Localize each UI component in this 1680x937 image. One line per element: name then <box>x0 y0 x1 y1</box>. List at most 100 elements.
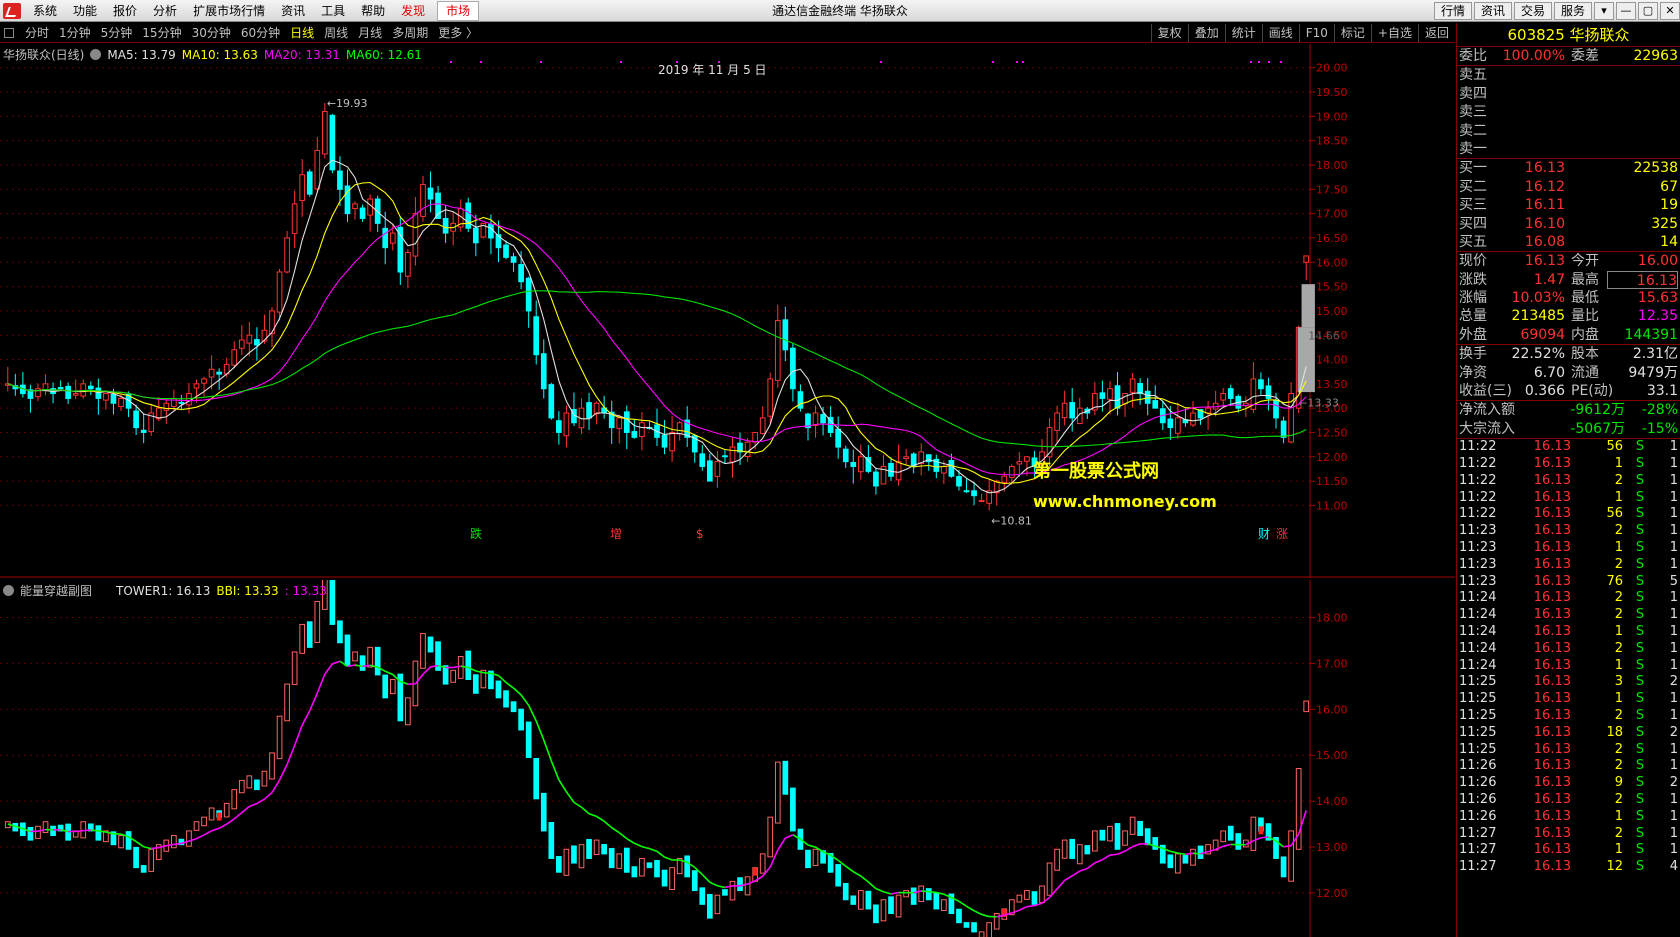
candle-body[interactable] <box>548 384 555 419</box>
candle-body[interactable] <box>186 393 192 406</box>
candle-body[interactable] <box>72 393 79 396</box>
event-marker[interactable]: 增 <box>610 527 622 541</box>
candle-body[interactable] <box>790 347 796 390</box>
event-marker[interactable]: 跌 <box>470 526 482 541</box>
candle-body[interactable] <box>971 490 977 497</box>
candle-body[interactable] <box>465 202 472 229</box>
candle-body[interactable] <box>57 387 64 390</box>
tool-button-7[interactable]: 返回 <box>1417 24 1455 42</box>
candle-body[interactable] <box>1190 412 1196 426</box>
period-tab-5[interactable]: 60分钟 <box>236 24 285 41</box>
candle-body[interactable] <box>661 434 668 448</box>
candle-body[interactable] <box>216 371 222 375</box>
menu-item-0[interactable]: 系统 <box>25 0 65 22</box>
menu-item-4[interactable]: 扩展市场行情 <box>185 0 273 22</box>
candle-body[interactable] <box>1280 420 1287 438</box>
period-tab-9[interactable]: 多周期 <box>387 24 433 41</box>
indicator-settings-icon[interactable] <box>3 585 14 596</box>
top-right-button-2[interactable]: 交易 <box>1513 2 1552 20</box>
candle-body[interactable] <box>472 227 479 244</box>
candle-body[interactable] <box>722 455 728 458</box>
candle-body[interactable] <box>352 203 358 209</box>
candle-body[interactable] <box>314 149 321 190</box>
candle-body[interactable] <box>556 420 562 433</box>
candle-body[interactable] <box>941 466 947 474</box>
candle-body[interactable] <box>254 339 260 346</box>
candle-body[interactable] <box>525 277 532 312</box>
tool-button-2[interactable]: 统计 <box>1224 24 1262 42</box>
candle-body[interactable] <box>337 170 343 190</box>
candle-body[interactable] <box>427 187 434 200</box>
candle-body[interactable] <box>593 402 600 415</box>
candle-body[interactable] <box>238 339 245 349</box>
kline-chart-pane[interactable]: 20.00 19.50 19.00 18.50 18.00 17.50 17.00 16.50… <box>0 44 1455 578</box>
period-tab-4[interactable]: 30分钟 <box>187 24 236 41</box>
candle-body[interactable] <box>1265 385 1272 399</box>
candle-body[interactable] <box>714 461 721 477</box>
candle-body[interactable] <box>95 387 102 399</box>
candle-body[interactable] <box>699 453 706 468</box>
candle-body[interactable] <box>842 448 849 463</box>
candle-body[interactable] <box>895 461 902 481</box>
candle-body[interactable] <box>1069 402 1076 419</box>
candle-body[interactable] <box>291 203 298 234</box>
candle-body[interactable] <box>676 422 683 435</box>
candle-body[interactable] <box>616 417 623 429</box>
candle-body[interactable] <box>873 471 879 487</box>
candle-body[interactable] <box>774 320 781 381</box>
period-tab-1[interactable]: 1分钟 <box>54 24 96 41</box>
menu-discover[interactable]: 发现 <box>393 0 433 22</box>
tool-button-6[interactable]: +自选 <box>1370 24 1418 42</box>
minimize-icon[interactable]: — <box>1616 2 1636 20</box>
candle-body[interactable] <box>87 385 94 390</box>
candle-body[interactable] <box>1001 475 1008 483</box>
menu-dropdown-icon[interactable]: ▾ <box>1594 2 1614 20</box>
period-tab-0[interactable]: 分时 <box>20 24 54 41</box>
candle-body[interactable] <box>963 490 970 493</box>
menu-item-5[interactable]: 资讯 <box>273 0 313 22</box>
candle-body[interactable] <box>231 349 238 366</box>
candle-body[interactable] <box>797 391 804 409</box>
candle-body[interactable] <box>857 456 864 473</box>
candle-body[interactable] <box>518 264 524 283</box>
candle-body[interactable] <box>956 476 962 487</box>
candle-body[interactable] <box>299 174 306 201</box>
candle-body[interactable] <box>759 417 766 434</box>
candle-body[interactable] <box>533 316 540 356</box>
tool-button-4[interactable]: F10 <box>1298 24 1334 42</box>
indicator-chart[interactable]: 18.00 17.00 16.00 15.00 14.00 13.00 12.00 <box>0 580 1455 937</box>
candle-body[interactable] <box>707 460 713 482</box>
candle-body[interactable] <box>488 223 494 239</box>
event-marker[interactable]: 财 <box>1258 527 1270 541</box>
candle-body[interactable] <box>420 183 426 217</box>
maximize-icon[interactable]: ▢ <box>1638 2 1658 20</box>
legend-settings-icon[interactable] <box>90 49 102 60</box>
candle-body[interactable] <box>1024 456 1030 462</box>
candle-body[interactable] <box>782 319 789 351</box>
candle-body[interactable] <box>1061 402 1068 419</box>
candle-body[interactable] <box>193 383 200 389</box>
menu-item-7[interactable]: 帮助 <box>353 0 393 22</box>
candle-body[interactable] <box>110 394 117 404</box>
candle-body[interactable] <box>208 368 215 378</box>
candle-body[interactable] <box>405 252 411 277</box>
candle-body[interactable] <box>888 462 894 477</box>
candle-body[interactable] <box>835 428 842 448</box>
toolbar-toggle-icon[interactable] <box>4 27 14 38</box>
candle-body[interactable] <box>1114 385 1121 409</box>
candle-body[interactable] <box>669 431 675 452</box>
candle-body[interactable] <box>178 401 185 404</box>
candle-body[interactable] <box>948 459 955 477</box>
candle-body[interactable] <box>201 378 207 384</box>
candle-body[interactable] <box>321 110 328 155</box>
candle-body[interactable] <box>1016 461 1023 465</box>
candle-body[interactable] <box>563 412 570 437</box>
top-right-button-1[interactable]: 资讯 <box>1473 2 1512 20</box>
candle-body[interactable] <box>382 227 389 249</box>
candle-body[interactable] <box>729 446 736 463</box>
candle-body[interactable] <box>812 412 819 426</box>
menu-item-2[interactable]: 报价 <box>105 0 145 22</box>
candle-body[interactable] <box>1220 393 1227 401</box>
candle-body[interactable] <box>435 192 441 219</box>
tool-button-1[interactable]: 叠加 <box>1187 24 1225 42</box>
